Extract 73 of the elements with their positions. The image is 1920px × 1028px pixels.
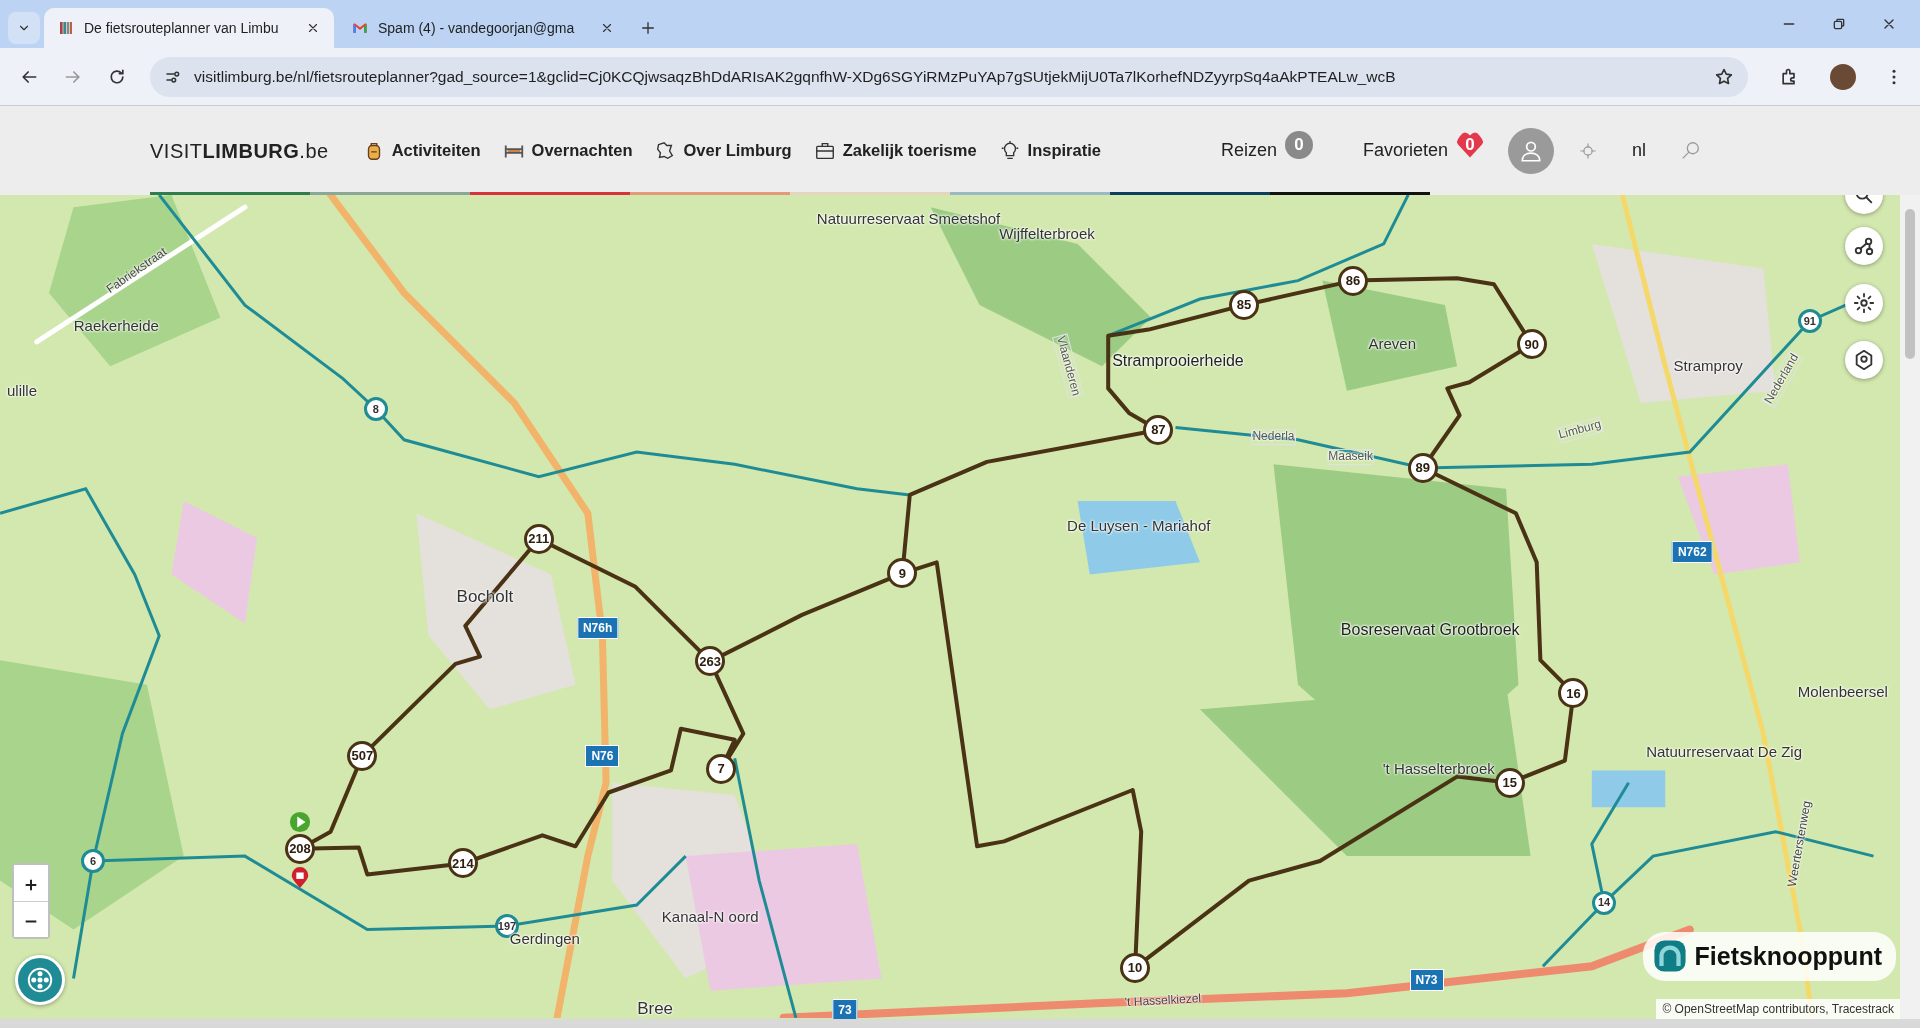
layers-button[interactable] xyxy=(15,954,66,1005)
route-node[interactable]: 91 xyxy=(1797,309,1822,334)
close-icon[interactable] xyxy=(600,21,614,35)
route-node[interactable]: 86 xyxy=(1338,265,1369,296)
route-node[interactable]: 214 xyxy=(447,848,478,879)
star-icon[interactable] xyxy=(1714,66,1734,87)
trips-link[interactable]: Reizen xyxy=(1220,137,1277,164)
site-logo[interactable]: VISITLIMBURG.be xyxy=(150,135,329,166)
mail-icon xyxy=(352,20,368,36)
route-node[interactable]: 89 xyxy=(1407,452,1438,483)
start-marker-icon xyxy=(289,810,311,833)
route-node[interactable]: 8 xyxy=(363,397,388,422)
profile-avatar[interactable] xyxy=(1830,63,1856,90)
route-node[interactable]: 90 xyxy=(1516,329,1547,360)
restore-icon[interactable] xyxy=(1831,16,1847,32)
nav-link[interactable]: Zakelijk toerisme xyxy=(813,138,977,163)
road-number: N73 xyxy=(1409,968,1444,991)
map-label: Areven xyxy=(1368,335,1416,353)
map-label: Bosreservaat Grootbroek xyxy=(1340,620,1520,639)
favorites-count: 0 xyxy=(1456,130,1484,159)
road-number: 73 xyxy=(832,999,858,1019)
favorites-link[interactable]: Favorieten xyxy=(1362,137,1448,164)
nav-link[interactable]: Overnachten xyxy=(502,138,633,163)
user-account-button[interactable] xyxy=(1508,127,1554,174)
map-label: 't Hasselterbroek xyxy=(1382,760,1495,778)
tab-title: Spam (4) - vandegoorjan@gma xyxy=(378,18,576,38)
map-label: 't Hasselkiezel xyxy=(1124,991,1202,1010)
language-link[interactable]: nl xyxy=(1632,137,1646,164)
route-node[interactable]: 211 xyxy=(523,524,554,554)
map-label: Stramproy xyxy=(1673,357,1743,375)
network-icon[interactable] xyxy=(1852,235,1875,258)
route-node[interactable]: 87 xyxy=(1143,415,1174,445)
route-node[interactable]: 10 xyxy=(1120,952,1151,983)
route-node[interactable]: 263 xyxy=(695,646,726,677)
road-number: N76 xyxy=(585,744,620,767)
favicon-icon xyxy=(58,20,74,36)
scrollbar[interactable] xyxy=(1900,195,1920,1019)
road-number: N76h xyxy=(576,617,619,640)
brand-logo[interactable]: Fietsknooppunt xyxy=(1642,931,1896,981)
map-label: Raekerheide xyxy=(73,317,159,335)
map-label: Molenbeersel xyxy=(1797,683,1888,701)
map-label: De Luysen - Mariahof xyxy=(1067,516,1211,535)
route-node[interactable]: 16 xyxy=(1558,678,1589,709)
browser-tab[interactable]: Spam (4) - vandegoorjan@gma xyxy=(338,8,628,48)
tab-title: De fietsrouteplanner van Limbu xyxy=(84,18,280,38)
route-node[interactable]: 14 xyxy=(1592,890,1617,915)
route-node[interactable]: 9 xyxy=(887,558,918,589)
road-number: N762 xyxy=(1671,541,1713,564)
minus-icon xyxy=(23,919,39,923)
nav-link[interactable]: Over Limburg xyxy=(654,138,792,163)
plus-icon xyxy=(640,20,656,36)
map-label: Nederla xyxy=(1251,429,1296,446)
url-text: visitlimburg.be/nl/fietsrouteplanner?gad_source=1&gclid=Cj0KCQjwsaqzBhDdARIsAK2gqnfhW-XDg6SGYiRMzPuYAp7gSUtjekMijU0Ta7lKorhefNDZyyrpSq4aAkPTEALw_wcB xyxy=(194,66,1397,87)
trips-count: 0 xyxy=(1284,130,1313,159)
brand-logo-icon xyxy=(1652,939,1687,974)
map-label: Natuurreservaat De Zig xyxy=(1646,743,1803,761)
nav-link[interactable]: Inspiratie xyxy=(998,138,1101,163)
map-label: Bree xyxy=(637,999,674,1019)
route-node[interactable]: 85 xyxy=(1229,290,1260,321)
route-node[interactable]: 7 xyxy=(706,754,737,785)
map-label: Kanaal-N oord xyxy=(661,908,759,926)
close-icon[interactable] xyxy=(306,21,320,35)
address-bar[interactable]: visitlimburg.be/nl/fietsrouteplanner?gad_source=1&gclid=Cj0KCQjwsaqzBhDdARIsAK2gqnfhW-XDg6SGYiRMzPuYAp7gSUtjekMijU0Ta7lKorhefNDZyyrpSq4aAkPTEALw_wcB xyxy=(150,56,1748,97)
route-node[interactable]: 507 xyxy=(347,740,378,771)
map-attribution: © OpenStreetMap contributors, Tracestrack xyxy=(1656,999,1900,1019)
map-label: Wijffelterbroek xyxy=(999,225,1095,243)
map-label: Natuurreservaat Smeetshof xyxy=(816,210,1001,228)
nav-link[interactable]: Activiteiten xyxy=(362,138,481,163)
route-node[interactable]: 208 xyxy=(285,833,315,864)
browser-tab[interactable]: De fietsrouteplanner van Limbu xyxy=(44,8,334,48)
map-label: Stramprooierheide xyxy=(1112,352,1244,371)
brand-name: Fietsknooppunt xyxy=(1694,940,1882,972)
map-label: ulille xyxy=(7,382,38,400)
